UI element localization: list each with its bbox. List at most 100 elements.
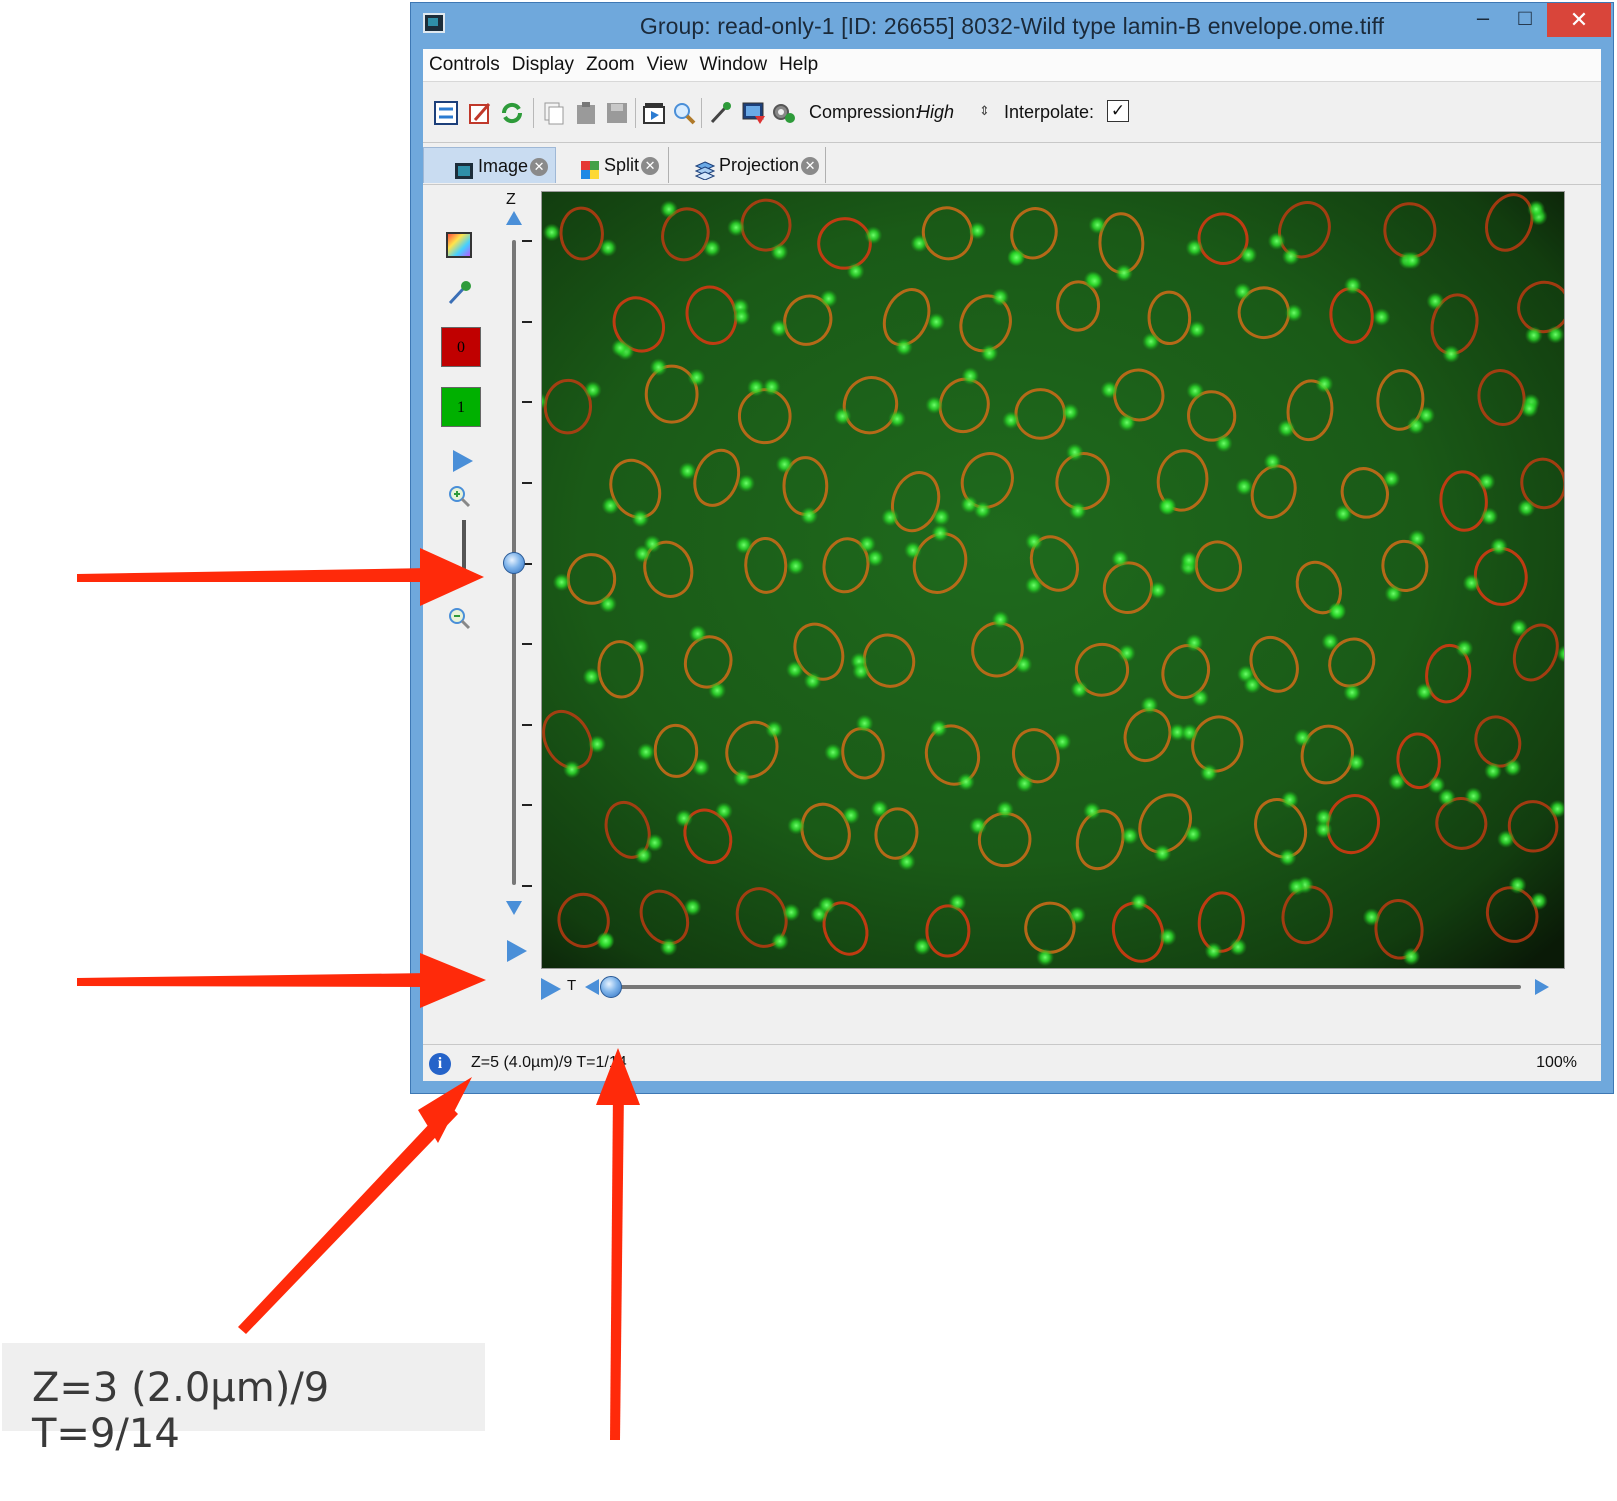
zoom-in-icon[interactable]	[439, 483, 479, 514]
z-slider-knob[interactable]	[503, 551, 525, 574]
gears-icon[interactable]	[771, 100, 797, 126]
tab-split-close-icon[interactable]: ✕	[641, 157, 660, 176]
info-icon[interactable]: i	[429, 1053, 451, 1075]
green-spot	[1321, 632, 1340, 651]
settings-icon[interactable]	[433, 100, 459, 126]
pipette-icon[interactable]	[707, 100, 733, 126]
paste-icon[interactable]	[573, 100, 599, 126]
t-slider-track[interactable]	[611, 985, 1521, 989]
t-play-icon[interactable]	[541, 978, 561, 1000]
green-spot	[1343, 683, 1362, 702]
green-spot	[961, 367, 980, 386]
menu-help[interactable]: Help	[773, 49, 824, 81]
minimize-button[interactable]: –	[1463, 3, 1503, 37]
green-spot	[1406, 416, 1425, 435]
green-spot	[649, 358, 668, 377]
compression-value[interactable]: High	[917, 102, 954, 123]
menu-zoom[interactable]: Zoom	[580, 49, 641, 81]
green-spot	[1115, 263, 1134, 282]
z-slider-tick	[522, 240, 532, 242]
green-spot	[1517, 499, 1536, 518]
green-spot	[1070, 680, 1089, 699]
green-spot	[1334, 504, 1353, 523]
window-title: Group: read-only-1 [ID: 26655] 8032-Wild…	[639, 13, 1385, 39]
green-spot	[1184, 825, 1203, 844]
magnifier-icon[interactable]	[671, 100, 697, 126]
eyedropper-icon[interactable]	[439, 279, 479, 312]
green-spot	[1061, 403, 1080, 422]
interpolate-checkbox[interactable]: ✓	[1107, 100, 1129, 122]
green-spot	[1214, 434, 1233, 453]
green-spot	[732, 768, 751, 787]
z-up-arrow-icon[interactable]	[506, 211, 522, 225]
green-spot	[1065, 443, 1084, 462]
green-spot	[968, 221, 987, 240]
edit-icon[interactable]	[467, 100, 493, 126]
tab-image[interactable]: Image ✕	[423, 147, 556, 183]
green-spot	[599, 238, 618, 257]
green-spot	[1509, 618, 1528, 637]
movie-icon[interactable]	[641, 100, 667, 126]
green-spot	[1546, 325, 1564, 344]
green-spot	[599, 594, 618, 613]
save-icon[interactable]	[604, 100, 630, 126]
green-spot	[1278, 848, 1297, 867]
green-spot	[894, 338, 913, 357]
green-spot	[968, 816, 987, 835]
export-icon[interactable]	[741, 100, 767, 126]
green-spot	[925, 396, 944, 415]
compression-spinner[interactable]: ⇕	[979, 103, 990, 119]
z-down-arrow-icon[interactable]	[506, 901, 522, 915]
copy-icon[interactable]	[541, 100, 567, 126]
projection-tab-icon	[694, 156, 716, 181]
tab-image-close-icon[interactable]: ✕	[530, 158, 549, 177]
menu-view[interactable]: View	[641, 49, 694, 81]
green-spot	[833, 407, 852, 426]
green-spot	[702, 239, 721, 258]
maximize-button[interactable]: □	[1505, 3, 1545, 37]
t-slider[interactable]: T	[541, 973, 1563, 1005]
green-spot	[1415, 682, 1434, 701]
menu-window[interactable]: Window	[693, 49, 773, 81]
green-spot	[1520, 399, 1539, 418]
t-slider-knob[interactable]	[600, 976, 622, 998]
channel-play-icon[interactable]	[453, 450, 473, 472]
zoom-slider-track[interactable]	[462, 520, 466, 584]
viewer-window: Group: read-only-1 [ID: 26655] 8032-Wild…	[410, 2, 1614, 1094]
channel-0-button[interactable]: 0	[441, 327, 481, 367]
z-t-status-text: Z=5 (4.0µm)/9 T=1/14	[471, 1054, 627, 1071]
t-left-arrow-icon[interactable]	[585, 979, 599, 995]
green-spot	[1508, 876, 1527, 895]
tab-projection[interactable]: Projection ✕	[669, 147, 826, 183]
green-spot	[1484, 762, 1503, 781]
menu-controls[interactable]: Controls	[423, 49, 506, 81]
title-bar[interactable]: Group: read-only-1 [ID: 26655] 8032-Wild…	[411, 3, 1613, 49]
green-spot	[931, 524, 950, 543]
t-right-arrow-icon[interactable]	[1535, 979, 1549, 995]
green-spot	[775, 455, 794, 474]
left-toolbar: 0 1	[431, 185, 487, 1015]
status-callout-box: Z=3 (2.0µm)/9 T=9/14	[2, 1343, 485, 1457]
menu-display[interactable]: Display	[506, 49, 580, 81]
close-button[interactable]: ✕	[1547, 3, 1611, 37]
channel-1-button[interactable]: 1	[441, 387, 481, 427]
green-spot	[582, 667, 601, 686]
green-spot	[996, 800, 1015, 819]
refresh-icon[interactable]	[499, 100, 525, 126]
color-picker-icon[interactable]	[439, 231, 479, 264]
microscopy-image[interactable]	[541, 191, 1565, 969]
green-spot	[1110, 549, 1129, 568]
tab-split[interactable]: Split ✕	[556, 147, 669, 183]
z-play-icon[interactable]	[507, 940, 527, 962]
tab-projection-close-icon[interactable]: ✕	[801, 157, 820, 176]
status-callout-text: Z=3 (2.0µm)/9 T=9/14	[32, 1365, 330, 1457]
green-spot	[1085, 271, 1104, 290]
z-slider[interactable]: Z	[493, 185, 533, 1015]
menu-bar: Controls Display Zoom View Window Help	[423, 49, 1601, 82]
green-spot	[588, 735, 607, 754]
status-bar: i Z=5 (4.0µm)/9 T=1/14 100%	[423, 1044, 1601, 1081]
zoom-out-icon[interactable]	[439, 605, 479, 636]
green-spot	[1014, 655, 1033, 674]
green-spot	[1477, 472, 1496, 491]
green-spot	[846, 262, 865, 281]
